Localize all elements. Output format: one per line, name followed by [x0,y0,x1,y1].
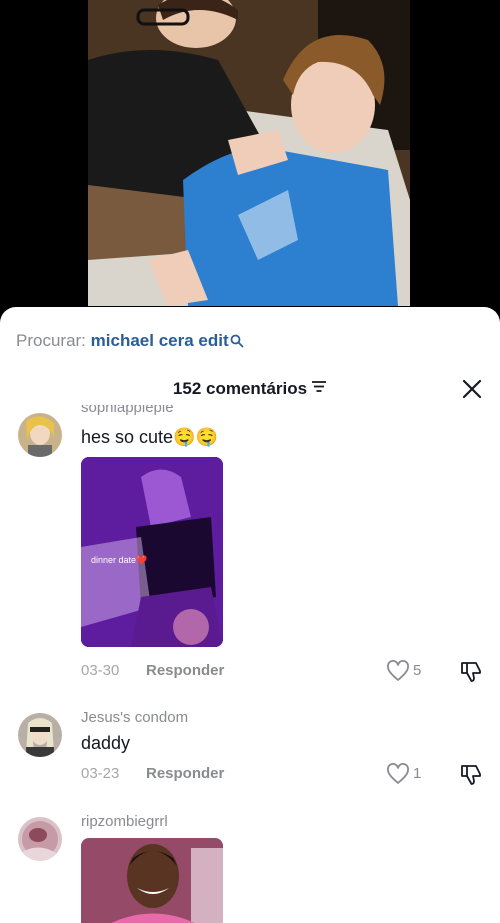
heart-icon [387,660,409,681]
comment-date: 03-30 [81,662,120,679]
comment-username[interactable]: sophiapplepie [81,405,174,417]
filter-icon[interactable] [311,374,327,402]
like-count: 1 [413,765,422,782]
video-photo-illustration [88,0,410,306]
comments-header: 152 comentários [0,375,500,403]
search-term[interactable]: michael cera edit [91,331,229,350]
search-suggestion[interactable]: Procurar: michael cera edit [16,329,244,353]
media-caption: dinner date❤️ [91,555,148,565]
video-player[interactable] [0,0,500,330]
comment-username[interactable]: ripzombiegrrl [81,813,168,831]
comments-count: 152 comentários [172,379,308,398]
comment-text: hes so cute🤤🤤 [81,427,218,447]
comments-sheet: Procurar: michael cera edit 152 comentár… [0,307,500,923]
comment-username[interactable]: Jesus's condom [81,709,188,727]
dislike-button[interactable] [459,659,483,683]
comment-text: daddy [81,733,131,753]
like-button[interactable] [386,763,410,785]
heart-icon [387,763,409,784]
avatar[interactable] [18,713,62,757]
thumbs-down-icon [461,662,481,682]
comments-count-title: 152 comentários [0,375,500,403]
search-icon [230,331,244,355]
dislike-button[interactable] [459,762,483,786]
reply-button[interactable]: Responder [146,764,224,784]
thumbs-down-icon [461,765,481,785]
reply-button[interactable]: Responder [146,661,224,681]
search-prefix: Procurar: [16,331,86,350]
close-button[interactable] [462,379,482,399]
like-count: 5 [413,662,422,679]
video-frame [88,0,410,306]
comment-item: sophiapplepie hes so cute🤤🤤 dinner date❤… [0,405,500,677]
comment-image[interactable]: dinner date❤️ [81,457,223,647]
comment-date: 03-23 [81,765,120,782]
avatar[interactable] [18,817,62,861]
avatar[interactable] [18,413,62,457]
like-button[interactable] [386,660,410,682]
close-icon [462,379,482,399]
comment-image[interactable] [81,838,223,923]
